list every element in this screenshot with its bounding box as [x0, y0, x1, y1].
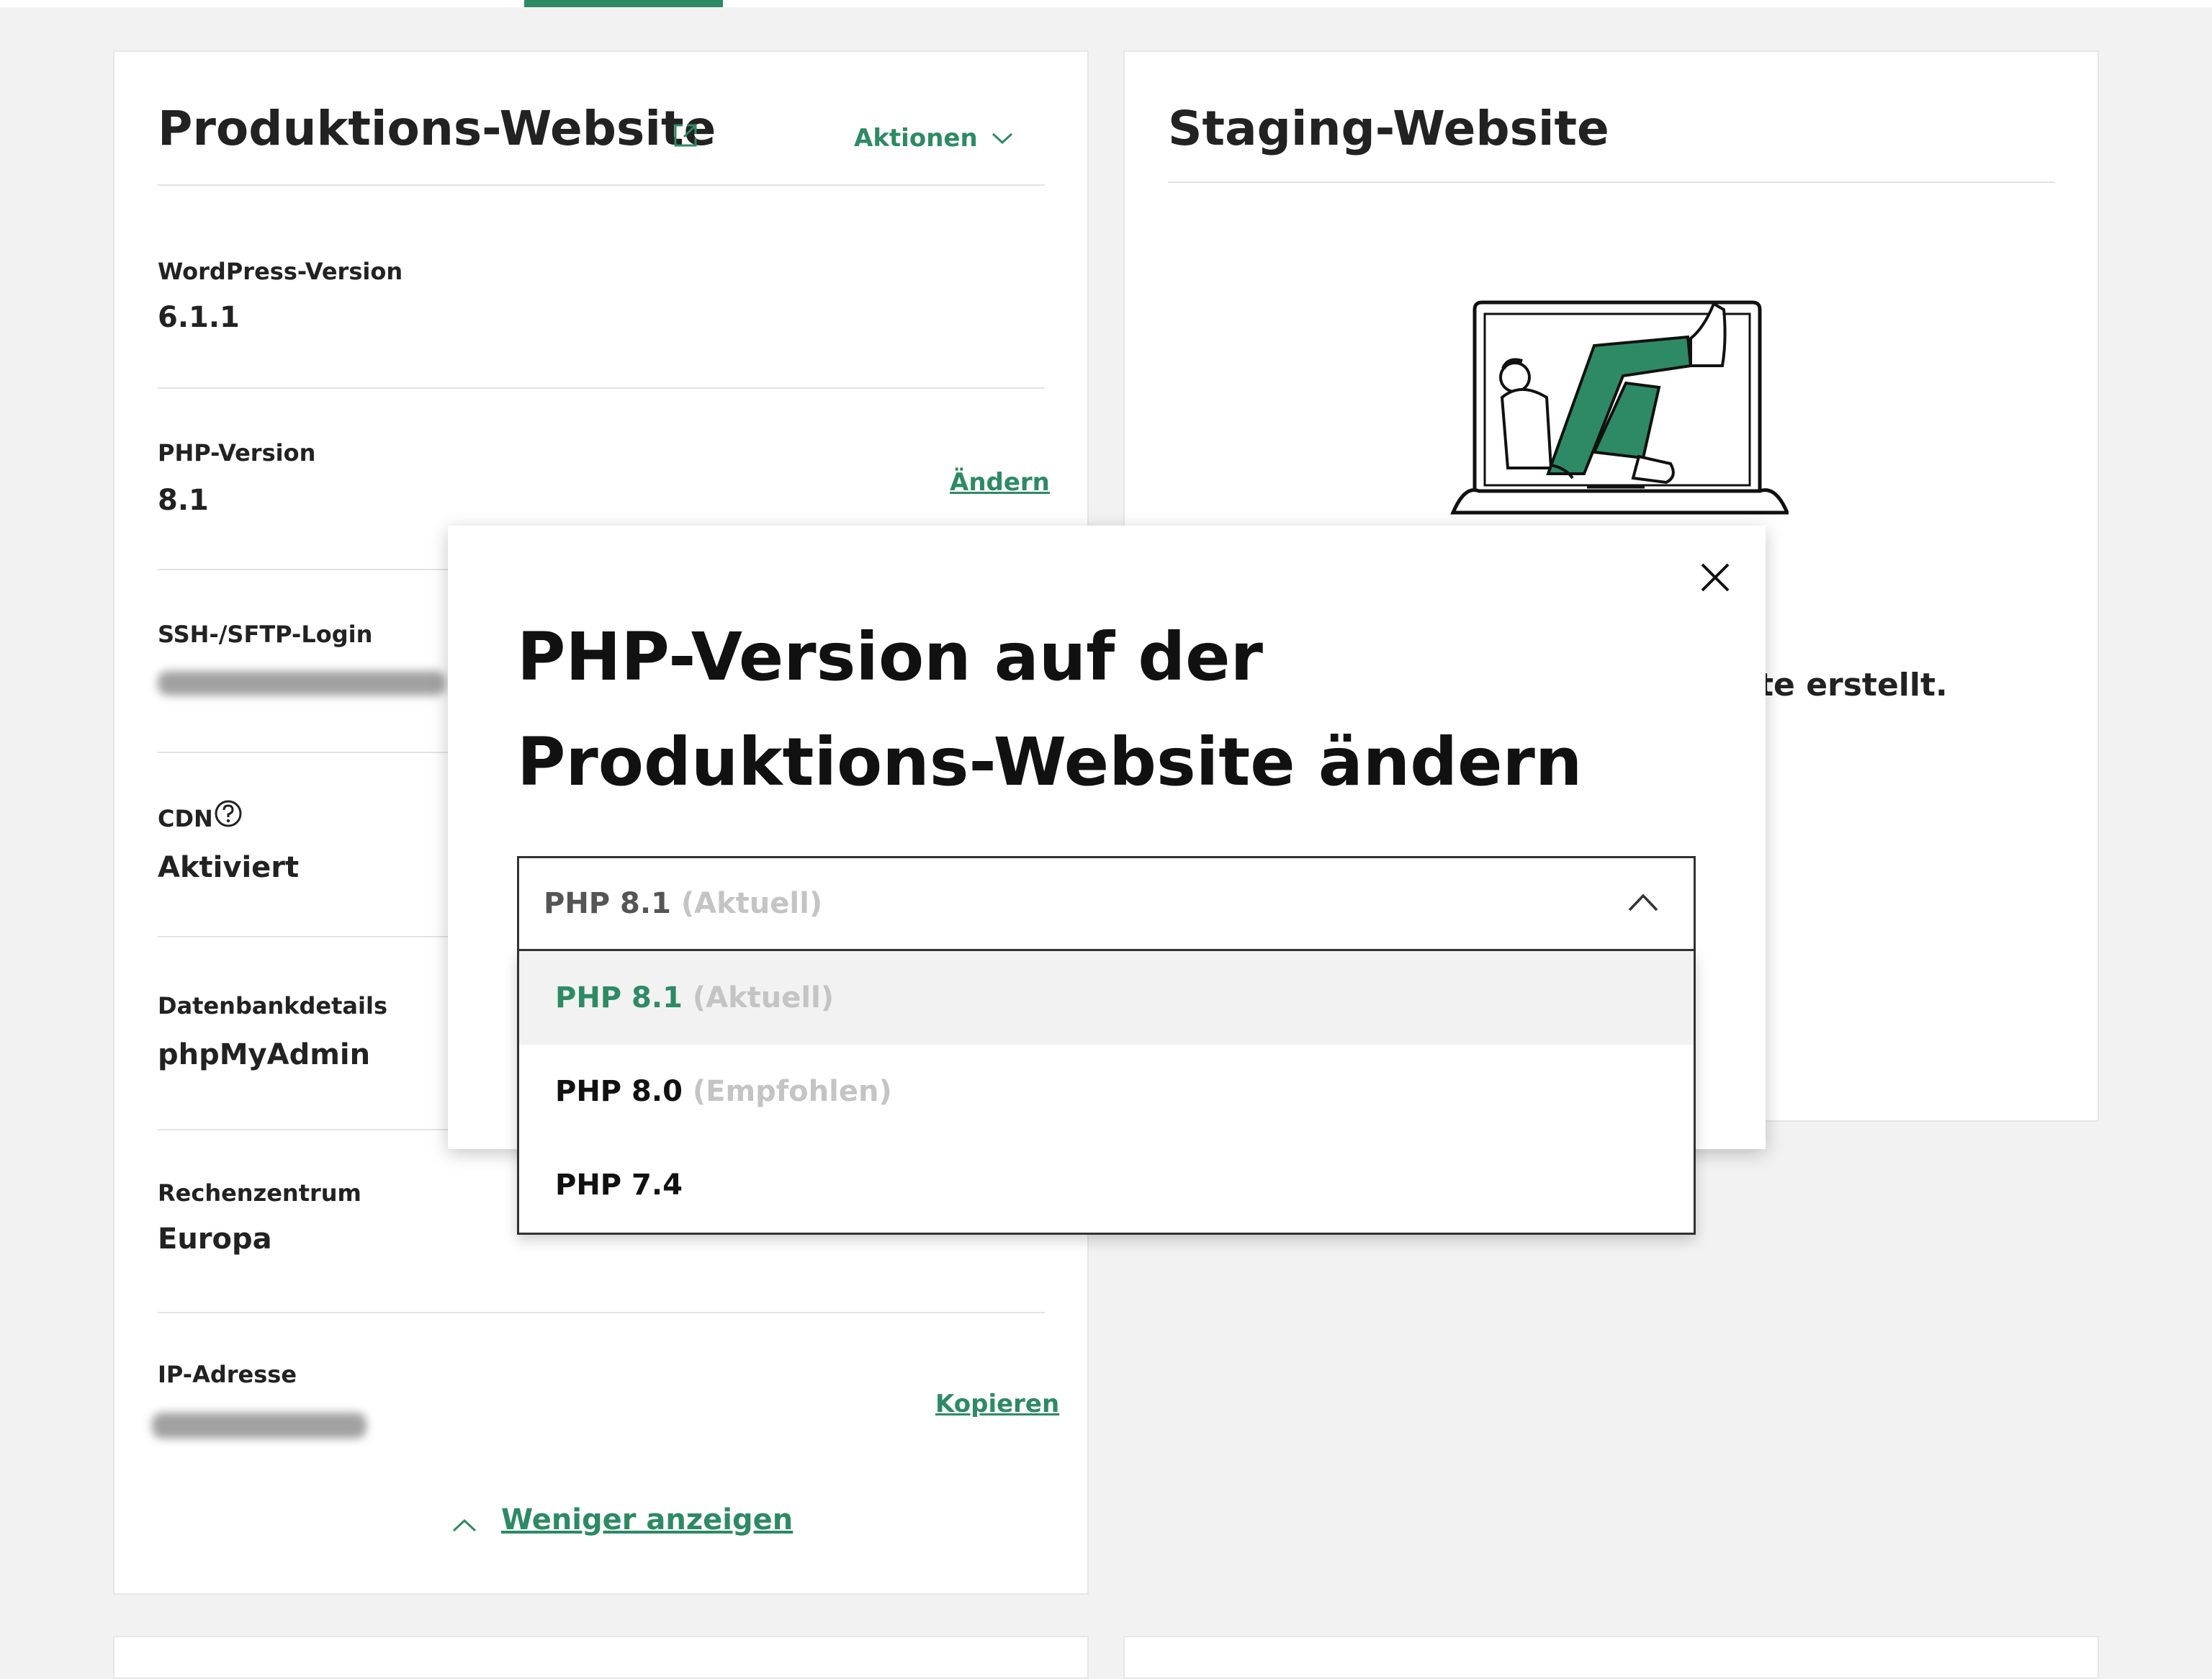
field-label-datacenter: Rechenzentrum: [158, 1179, 361, 1207]
field-value-php-version: 8.1: [158, 484, 209, 517]
option-php-8-1[interactable]: PHP 8.1 (Aktuell): [519, 951, 1694, 1045]
select-current-note: (Aktuell): [680, 887, 823, 920]
php-version-dropdown: PHP 8.1 (Aktuell) PHP 8.0 (Empfohlen) PH…: [517, 951, 1696, 1235]
help-circle-icon[interactable]: [214, 799, 243, 828]
change-php-version-link[interactable]: Ändern: [950, 468, 1050, 497]
external-link-icon[interactable]: [671, 121, 700, 150]
chevron-up-icon: [452, 1518, 477, 1532]
field-value-wordpress-version: 6.1.1: [158, 301, 240, 334]
option-label: PHP 8.1: [555, 981, 683, 1014]
field-label-database: Datenbankdetails: [158, 992, 387, 1019]
option-label: PHP 7.4: [555, 1169, 683, 1202]
divider: [1168, 181, 2055, 183]
field-label-php-version: PHP-Version: [158, 439, 316, 467]
redacted-ssh-login: [158, 671, 446, 696]
field-label-cdn: CDN: [158, 805, 213, 832]
copy-ip-link[interactable]: Kopieren: [935, 1390, 1059, 1418]
field-label-ssh-login: SSH-/SFTP-Login: [158, 621, 373, 648]
option-note: (Aktuell): [692, 981, 835, 1014]
php-version-select[interactable]: PHP 8.1 (Aktuell): [517, 856, 1696, 951]
show-less-link[interactable]: Weniger anzeigen: [501, 1503, 793, 1536]
illustration: [1450, 300, 1789, 515]
redacted-ip-address: [152, 1413, 367, 1439]
card-bottom-right: [1123, 1636, 2099, 1679]
top-tab-bar: [0, 0, 2212, 7]
option-php-7-4[interactable]: PHP 7.4: [519, 1138, 1694, 1232]
staging-title: Staging-Website: [1168, 101, 1609, 156]
modal-title: PHP-Version auf der Produktions-Website …: [517, 618, 1583, 801]
production-title: Produktions-Website: [158, 101, 716, 156]
option-note: (Empfohlen): [692, 1075, 892, 1108]
staging-empty-text: te erstellt.: [1758, 667, 1948, 703]
actions-menu-button[interactable]: Aktionen: [854, 124, 1014, 153]
divider: [158, 1312, 1045, 1313]
divider: [158, 184, 1045, 186]
active-tab-indicator: [524, 0, 723, 7]
field-label-wordpress-version: WordPress-Version: [158, 258, 403, 285]
option-php-8-0[interactable]: PHP 8.0 (Empfohlen): [519, 1045, 1694, 1138]
divider: [158, 387, 1045, 389]
chevron-up-icon: [1628, 893, 1658, 911]
phpmyadmin-link[interactable]: phpMyAdmin: [158, 1038, 370, 1071]
chevron-down-icon: [992, 132, 1012, 145]
field-value-cdn: Aktiviert: [158, 851, 300, 884]
field-value-datacenter: Europa: [158, 1223, 272, 1256]
card-bottom-left: [113, 1636, 1089, 1679]
select-current-value: PHP 8.1 (Aktuell): [544, 887, 822, 920]
close-icon[interactable]: [1694, 556, 1737, 599]
actions-label: Aktionen: [854, 124, 978, 153]
select-current-label: PHP 8.1: [544, 887, 671, 920]
option-label: PHP 8.0: [555, 1075, 683, 1108]
field-label-ip-address: IP-Adresse: [158, 1361, 297, 1388]
